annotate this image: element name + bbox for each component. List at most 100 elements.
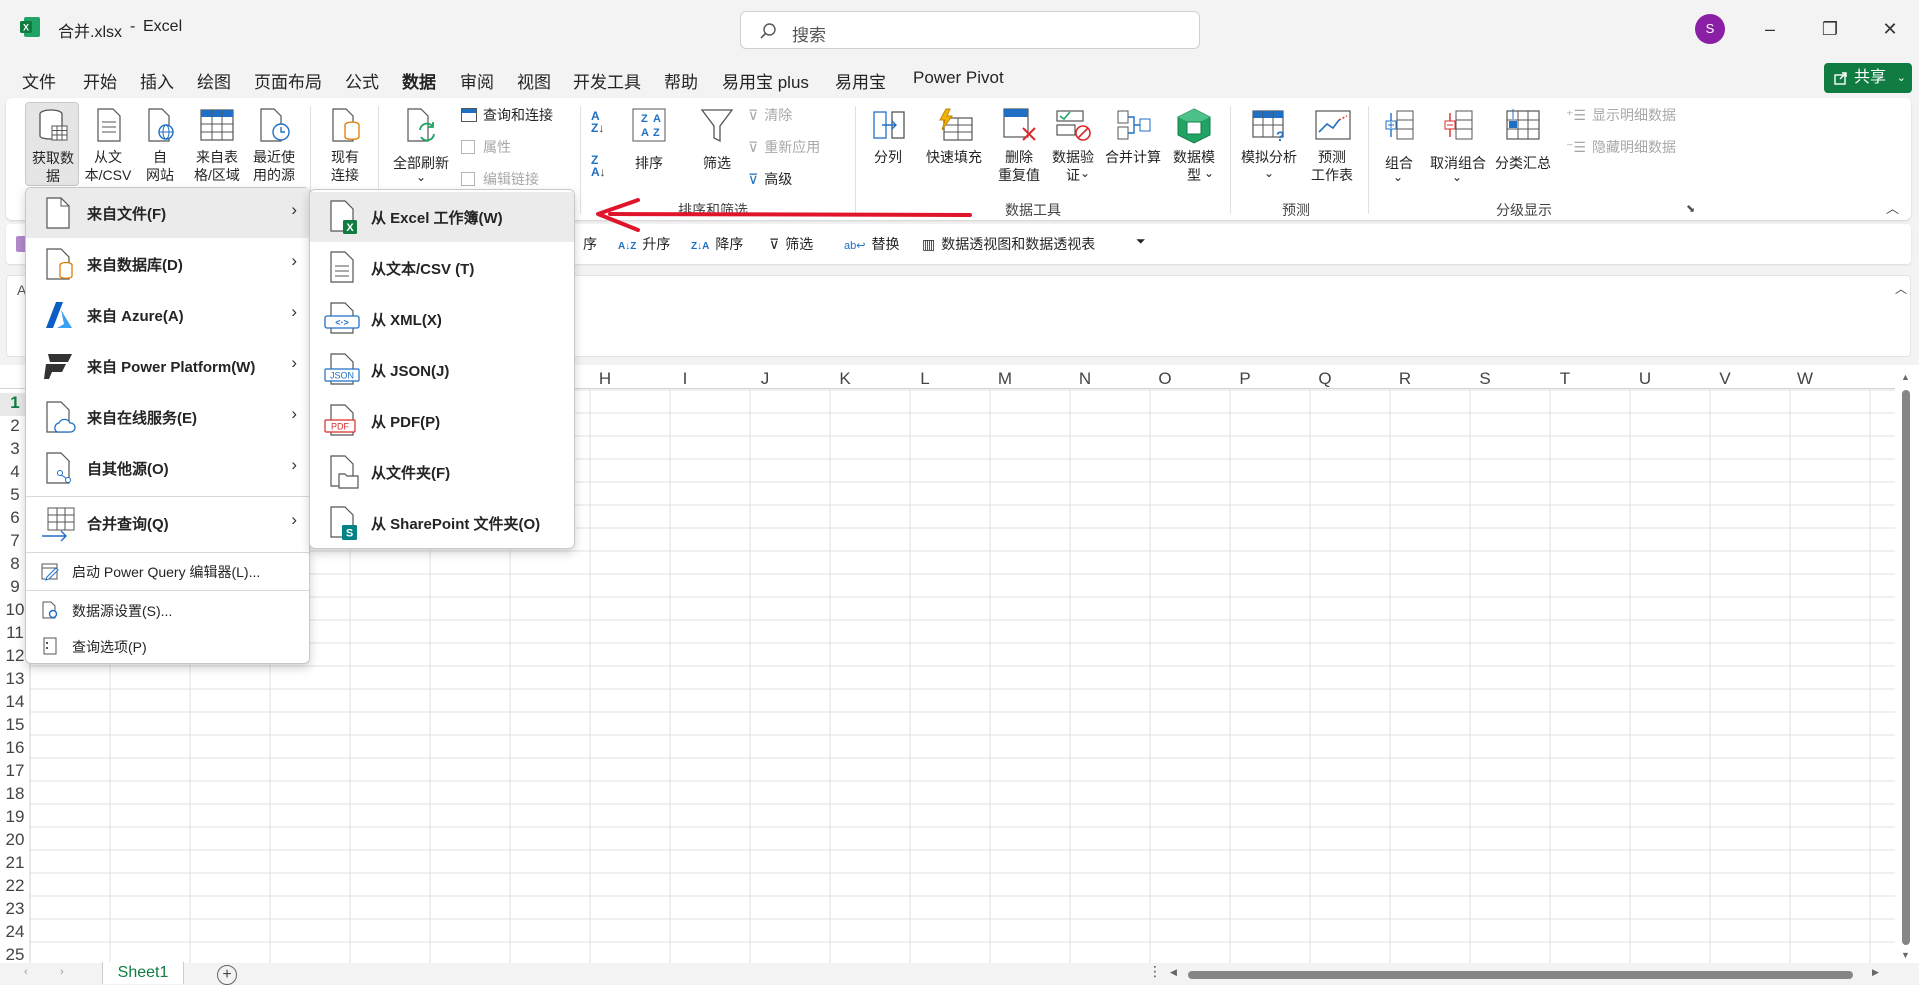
from-web-button[interactable]: 自 网站 [138, 102, 182, 186]
sort-descending-button[interactable]: Z A↓ [591, 154, 606, 178]
show-detail-button[interactable]: ⁺☰ 显示明细数据 [1566, 104, 1676, 126]
avatar[interactable]: S [1695, 14, 1725, 44]
scroll-down-icon[interactable]: ▼ [1901, 950, 1910, 960]
collapse-ribbon-icon[interactable]: ︿ [1886, 198, 1899, 217]
add-sheet-button[interactable]: + [217, 965, 237, 985]
column-header-r[interactable]: R [1365, 369, 1445, 389]
sort-ascending-button[interactable]: A Z↓ [591, 110, 604, 134]
tab-draw[interactable]: 绘图 [197, 68, 231, 93]
menu-item-from-excel-workbook[interactable]: X 从 Excel 工作簿(W) [310, 192, 574, 242]
column-header-m[interactable]: M [965, 369, 1045, 389]
tab-page-layout[interactable]: 页面布局 [254, 68, 322, 93]
tab-help[interactable]: 帮助 [664, 68, 698, 93]
scroll-right-icon[interactable]: ▶ [1872, 967, 1879, 978]
column-header-n[interactable]: N [1045, 369, 1125, 389]
column-header-j[interactable]: J [725, 369, 805, 389]
forecast-sheet-button[interactable]: 预测 工作表 [1304, 102, 1360, 186]
queries-connections-button[interactable]: 查询和连接 [461, 104, 553, 126]
clear-button[interactable]: ⊽ 清除 [748, 104, 792, 126]
data-model-button[interactable]: 数据模 型 ⌄ [1166, 102, 1222, 186]
reapply-button[interactable]: ⊽ 重新应用 [748, 136, 820, 158]
subtotal-button[interactable]: 分类汇总 [1492, 102, 1554, 186]
tab-yiyongbao-plus[interactable]: 易用宝 plus [722, 68, 809, 93]
vertical-scrollbar[interactable]: ▲ ▼ [1897, 372, 1915, 962]
search-box[interactable]: 搜索 [740, 11, 1200, 49]
column-header-l[interactable]: L [885, 369, 965, 389]
column-header-s[interactable]: S [1445, 369, 1525, 389]
recent-sources-button[interactable]: 最近使 用的源 [247, 102, 301, 186]
row-header-18[interactable]: 18 [0, 784, 30, 807]
column-header-u[interactable]: U [1605, 369, 1685, 389]
row-header-14[interactable]: 14 [0, 692, 30, 715]
menu-item-from-xml[interactable]: <·> 从 XML(X) [310, 294, 574, 344]
menu-item-from-azure[interactable]: 来自 Azure(A) › [26, 290, 309, 340]
properties-button[interactable]: 属性 [461, 136, 511, 158]
refresh-all-button[interactable]: 全部刷新 ⌄ [386, 102, 456, 186]
tab-developer[interactable]: 开发工具 [573, 68, 641, 93]
column-header-k[interactable]: K [805, 369, 885, 389]
edit-links-button[interactable]: 编辑链接 [461, 168, 539, 190]
menu-item-from-json[interactable]: JSON 从 JSON(J) [310, 345, 574, 395]
tab-insert[interactable]: 插入 [140, 68, 174, 93]
row-header-21[interactable]: 21 [0, 853, 30, 876]
row-header-22[interactable]: 22 [0, 876, 30, 899]
tab-yiyongbao[interactable]: 易用宝 [835, 68, 886, 93]
column-header-i[interactable]: I [645, 369, 725, 389]
menu-item-from-sharepoint-folder[interactable]: S 从 SharePoint 文件夹(O) [310, 498, 574, 548]
hide-detail-button[interactable]: ⁻☰ 隐藏明细数据 [1566, 136, 1676, 158]
menu-item-launch-power-query[interactable]: 启动 Power Query 编辑器(L)... [26, 553, 309, 589]
column-header-v[interactable]: V [1685, 369, 1765, 389]
menu-item-combine-queries[interactable]: 合并查询(Q) › [26, 498, 309, 548]
menu-item-from-power-platform[interactable]: 来自 Power Platform(W) › [26, 341, 309, 391]
dialog-launcher-icon[interactable]: ⬊ [1686, 202, 1695, 215]
collapse-formula-bar-icon[interactable]: ︿ [1895, 280, 1907, 297]
data-validation-button[interactable]: 数据验 证 ⌄ [1046, 102, 1100, 186]
row-header-16[interactable]: 16 [0, 738, 30, 761]
menu-item-from-pdf[interactable]: PDF 从 PDF(P) [310, 396, 574, 446]
horizontal-scroll-thumb[interactable] [1188, 971, 1853, 979]
row-header-15[interactable]: 15 [0, 715, 30, 738]
column-header-q[interactable]: Q [1285, 369, 1365, 389]
text-to-columns-button[interactable]: 分列 [864, 102, 912, 186]
row-header-24[interactable]: 24 [0, 922, 30, 945]
row-header-23[interactable]: 23 [0, 899, 30, 922]
menu-item-from-folder[interactable]: 从文件夹(F) [310, 447, 574, 497]
tab-review[interactable]: 审阅 [460, 68, 494, 93]
group-button[interactable]: 组合 ⌄ [1376, 102, 1422, 186]
column-header-h[interactable]: H [565, 369, 645, 389]
scroll-left-icon[interactable]: ◀ [1170, 967, 1177, 978]
flash-fill-button[interactable]: 快速填充 [918, 102, 990, 186]
what-if-button[interactable]: ? 模拟分析 ⌄ [1234, 102, 1304, 186]
menu-item-query-options[interactable]: 查询选项(P) [26, 628, 309, 664]
prev-sheet-icon[interactable]: ‹ [24, 966, 28, 978]
remove-duplicates-button[interactable]: 删除 重复值 [992, 102, 1046, 186]
menu-item-from-file[interactable]: 来自文件(F) › [26, 188, 309, 238]
get-data-button[interactable]: 获取数 据 [25, 102, 79, 186]
minimize-button[interactable]: – [1755, 14, 1785, 44]
scroll-up-icon[interactable]: ▲ [1901, 372, 1910, 382]
advanced-button[interactable]: ⊽ 高级 [748, 168, 792, 190]
row-header-17[interactable]: 17 [0, 761, 30, 784]
scroll-thumb[interactable] [1902, 390, 1910, 945]
consolidate-button[interactable]: 合并计算 [1100, 102, 1166, 186]
tab-power-pivot[interactable]: Power Pivot [913, 68, 1004, 88]
from-text-csv-button[interactable]: 从文 本/CSV [82, 102, 134, 186]
column-header-o[interactable]: O [1125, 369, 1205, 389]
menu-item-from-text-csv[interactable]: 从文本/CSV (T) [310, 243, 574, 293]
menu-item-from-other-sources[interactable]: 自其他源(O) › [26, 443, 309, 493]
column-header-t[interactable]: T [1525, 369, 1605, 389]
next-sheet-icon[interactable]: › [60, 966, 64, 978]
share-button[interactable]: 共享 ⌄ [1824, 63, 1912, 93]
sheet-bar-splitter-icon[interactable]: ⋮ [1148, 963, 1162, 980]
row-header-20[interactable]: 20 [0, 830, 30, 853]
menu-item-data-source-settings[interactable]: 数据源设置(S)... [26, 592, 309, 628]
menu-item-from-online-services[interactable]: 来自在线服务(E) › [26, 392, 309, 442]
row-header-19[interactable]: 19 [0, 807, 30, 830]
tab-file[interactable]: 文件 [22, 68, 56, 93]
ungroup-button[interactable]: 取消组合 ⌄ [1426, 102, 1490, 186]
customize-quick-bar-icon[interactable]: ⏷ [1136, 234, 1146, 249]
tab-view[interactable]: 视图 [517, 68, 551, 93]
existing-connections-button[interactable]: 现有 连接 [318, 102, 372, 186]
tab-data[interactable]: 数据 [402, 68, 436, 101]
sort-button[interactable]: ZAAZ 排序 [626, 102, 672, 186]
